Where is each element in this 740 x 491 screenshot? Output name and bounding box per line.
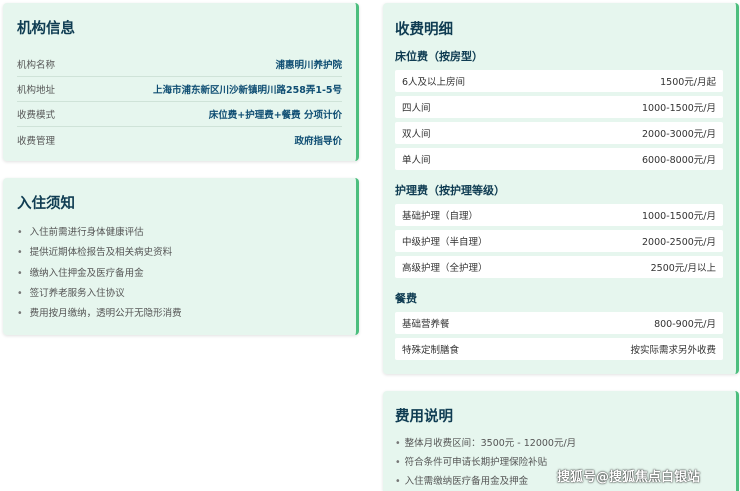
fee-value: 1000-1500元/月 [642,211,716,222]
info-row-name: 机构名称 浦惠明川养护院 [17,52,342,77]
fee-label: 特殊定制膳食 [402,345,460,356]
institution-info-title: 机构信息 [17,21,75,37]
watermark-text: 搜狐号@搜狐焦点白银站 [557,470,701,485]
fee-value: 1000-1500元/月 [642,103,716,114]
admission-notice-title: 入住须知 [17,196,75,212]
notice-item: 费用按月缴纳，透明公开无隐形消费 [17,304,342,324]
info-label: 机构地址 [17,85,56,96]
fee-value: 800-900元/月 [654,319,716,330]
fee-label: 单人间 [402,155,431,166]
fee-row: 单人间 6000-8000元/月 [395,148,723,170]
fee-row: 中级护理（半自理） 2000-2500元/月 [395,230,723,252]
fee-value: 1500元/月起 [660,77,716,88]
fee-value: 2000-2500元/月 [642,237,716,248]
fee-row: 特殊定制膳食 按实际需求另外收费 [395,338,723,360]
notice-list: 入住前需进行身体健康评估 提供近期体检报告及相关病史资料 缴纳入住押金及医疗备用… [17,223,342,324]
notice-item: 提供近期体检报告及相关病史资料 [17,243,342,263]
fee-group-title: 护理费（按护理等级） [395,184,505,197]
fee-label: 高级护理（全护理） [402,263,488,274]
fee-value: 按实际需求另外收费 [630,345,716,356]
institution-info-card: 机构信息 机构名称 浦惠明川养护院 机构地址 上海市浦东新区川沙新镇明川路258… [3,3,359,161]
fee-group-meals: 餐费 基础营养餐 800-900元/月 特殊定制膳食 按实际需求另外收费 [395,290,723,360]
info-value: 政府指导价 [294,135,342,147]
fee-label: 基础营养餐 [402,319,450,330]
fee-explanation-title: 费用说明 [395,409,453,425]
fee-label: 双人间 [402,129,431,140]
info-label: 收费模式 [17,110,56,121]
fee-row: 基础营养餐 800-900元/月 [395,312,723,334]
info-row-fee-mode: 收费模式 床位费+护理费+餐费 分项计价 [17,102,342,127]
info-value: 上海市浦东新区川沙新镇明川路258弄1-5号 [153,85,342,96]
info-label: 机构名称 [17,60,56,71]
fee-row: 基础护理（自理） 1000-1500元/月 [395,204,723,226]
info-value: 浦惠明川养护院 [275,60,342,71]
fee-details-card: 收费明细 床位费（按房型） 6人及以上房间 1500元/月起 四人间 1000-… [383,3,739,374]
info-value: 床位费+护理费+餐费 分项计价 [208,110,342,121]
fee-label: 中级护理（半自理） [402,237,488,248]
fee-details-title: 收费明细 [395,22,453,38]
info-label: 收费管理 [17,135,56,147]
notice-item: 缴纳入住押金及医疗备用金 [17,264,342,284]
fee-group-title: 餐费 [395,292,417,305]
info-row-fee-management: 收费管理 政府指导价 [17,127,342,152]
fee-value: 2500元/月以上 [650,263,716,274]
fee-value: 6000-8000元/月 [642,155,716,166]
fee-group-title: 床位费（按房型） [395,50,483,63]
explain-item: 整体月收费区间：3500元 - 12000元/月 [395,434,724,453]
notice-item: 签订养老服务入住协议 [17,284,342,304]
fee-value: 2000-3000元/月 [642,129,716,140]
info-row-address: 机构地址 上海市浦东新区川沙新镇明川路258弄1-5号 [17,77,342,102]
fee-group-bed: 床位费（按房型） 6人及以上房间 1500元/月起 四人间 1000-1500元… [395,48,723,170]
fee-label: 四人间 [402,103,431,114]
fee-row: 高级护理（全护理） 2500元/月以上 [395,256,723,278]
admission-notice-card: 入住须知 入住前需进行身体健康评估 提供近期体检报告及相关病史资料 缴纳入住押金… [3,178,359,335]
fee-label: 基础护理（自理） [402,211,479,222]
fee-row: 双人间 2000-3000元/月 [395,122,723,144]
fee-row: 6人及以上房间 1500元/月起 [395,70,723,92]
notice-item: 入住前需进行身体健康评估 [17,223,342,243]
fee-row: 四人间 1000-1500元/月 [395,96,723,118]
fee-group-nursing: 护理费（按护理等级） 基础护理（自理） 1000-1500元/月 中级护理（半自… [395,182,723,278]
fee-label: 6人及以上房间 [402,77,466,88]
